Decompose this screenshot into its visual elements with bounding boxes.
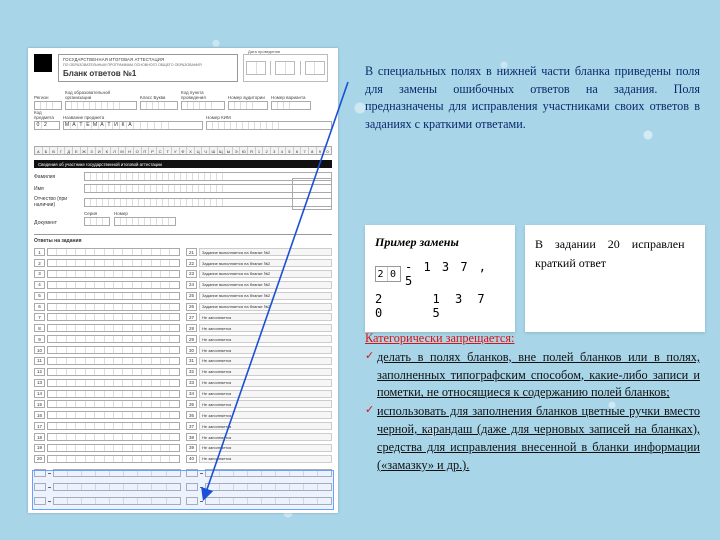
answer-row: 16	[34, 411, 180, 419]
replacement-section	[34, 467, 332, 507]
answer-row: 24Задание выполняется на бланке №2	[186, 281, 332, 289]
answer-row: 34Не заполняется	[186, 389, 332, 397]
subject-code: 02	[34, 121, 60, 130]
answer-row: 15	[34, 400, 180, 408]
description-text: В специальных полях в нижней части бланк…	[365, 63, 700, 134]
answer-row: 22Задание выполняется на бланке №2	[186, 259, 332, 267]
answer-row: 7	[34, 313, 180, 321]
answer-row: 2	[34, 259, 180, 267]
section-bar: Сведения об участнике государственной ит…	[34, 160, 332, 168]
example-task-box: 20	[375, 266, 401, 282]
forbidden-item: использовать для заполнения бланков цвет…	[365, 403, 700, 474]
subject-name: МАТЕМАТИКА	[63, 121, 203, 130]
example-wrong: - 1 3 7 , 5	[405, 260, 505, 288]
answers-heading: Ответы на задания	[34, 238, 82, 244]
agency-sub: ПО ОБРАЗОВАТЕЛЬНЫМ ПРОГРАММАМ ОСНОВНОГО …	[63, 63, 233, 67]
answer-row: 19	[34, 444, 180, 452]
answer-row: 29Не заполняется	[186, 335, 332, 343]
answer-row: 17	[34, 422, 180, 430]
form-title: Бланк ответов №1	[63, 69, 233, 78]
answer-row: 11	[34, 357, 180, 365]
answer-row: 8	[34, 324, 180, 332]
answer-row: 30Не заполняется	[186, 346, 332, 354]
answer-row: 40Не заполняется	[186, 455, 332, 463]
personal-data: Фамилия Имя Отчество (при наличии) Докум…	[34, 172, 332, 226]
replacement-example: Пример замены 20 - 1 3 7 , 5 2 0 1 3 7 5…	[365, 225, 705, 332]
answer-row: 23Задание выполняется на бланке №2	[186, 270, 332, 278]
forbidden-item: делать в полях бланков, вне полей бланко…	[365, 349, 700, 402]
exam-date: Дата проведения	[243, 54, 328, 82]
example-fix-num: 2 0	[375, 292, 406, 320]
example-card-right: В задании 20 исправлен краткий ответ	[525, 225, 705, 332]
answer-row: 4	[34, 281, 180, 289]
answer-row: 18	[34, 433, 180, 441]
answer-grid: 1234567891011121314151617181920 21Задани…	[34, 248, 332, 463]
answer-row: 28Не заполняется	[186, 324, 332, 332]
answer-row: 36Не заполняется	[186, 411, 332, 419]
answer-row: 20	[34, 455, 180, 463]
answer-row: 25Задание выполняется на бланке №2	[186, 292, 332, 300]
answer-row: 9	[34, 335, 180, 343]
answer-row: 1	[34, 248, 180, 256]
answer-row: 33Не заполняется	[186, 379, 332, 387]
forbidden-block: Категорически запрещается: делать в поля…	[365, 330, 700, 476]
answer-row: 21Задание выполняется на бланке №2	[186, 248, 332, 256]
agency-line: ГОСУДАРСТВЕННАЯ ИТОГОВАЯ АТТЕСТАЦИЯ	[63, 57, 233, 62]
answer-row: 39Не заполняется	[186, 444, 332, 452]
answer-row: 38Не заполняется	[186, 433, 332, 441]
answer-row: 26Задание выполняется на бланке №2	[186, 302, 332, 310]
answer-row: 6	[34, 302, 180, 310]
forbidden-heading: Категорически запрещается:	[365, 330, 700, 348]
answer-row: 32Не заполняется	[186, 368, 332, 376]
answer-row: 3	[34, 270, 180, 278]
answer-row: 27Не заполняется	[186, 313, 332, 321]
answer-row: 12	[34, 368, 180, 376]
answer-form: ГОСУДАРСТВЕННАЯ ИТОГОВАЯ АТТЕСТАЦИЯ ПО О…	[28, 48, 338, 513]
form-header: ГОСУДАРСТВЕННАЯ ИТОГОВАЯ АТТЕСТАЦИЯ ПО О…	[58, 54, 238, 82]
answer-row: 37Не заполняется	[186, 422, 332, 430]
alphabet-sample: АБВГДЕЖЗИКЛМНОПРСТУФХЦЧШЩЫЭЮЯ1234567890	[34, 146, 332, 155]
answer-row: 35Не заполняется	[186, 400, 332, 408]
answer-row: 14	[34, 389, 180, 397]
answer-row: 13	[34, 379, 180, 387]
answer-row: 5	[34, 292, 180, 300]
marker-square	[34, 54, 52, 72]
example-title: Пример замены	[375, 235, 505, 250]
signature-box	[292, 178, 332, 210]
example-card-left: Пример замены 20 - 1 3 7 , 5 2 0 1 3 7 5	[365, 225, 515, 332]
example-fix-ans: 1 3 7 5	[433, 292, 505, 320]
answer-row: 10	[34, 346, 180, 354]
answer-row: 31Не заполняется	[186, 357, 332, 365]
